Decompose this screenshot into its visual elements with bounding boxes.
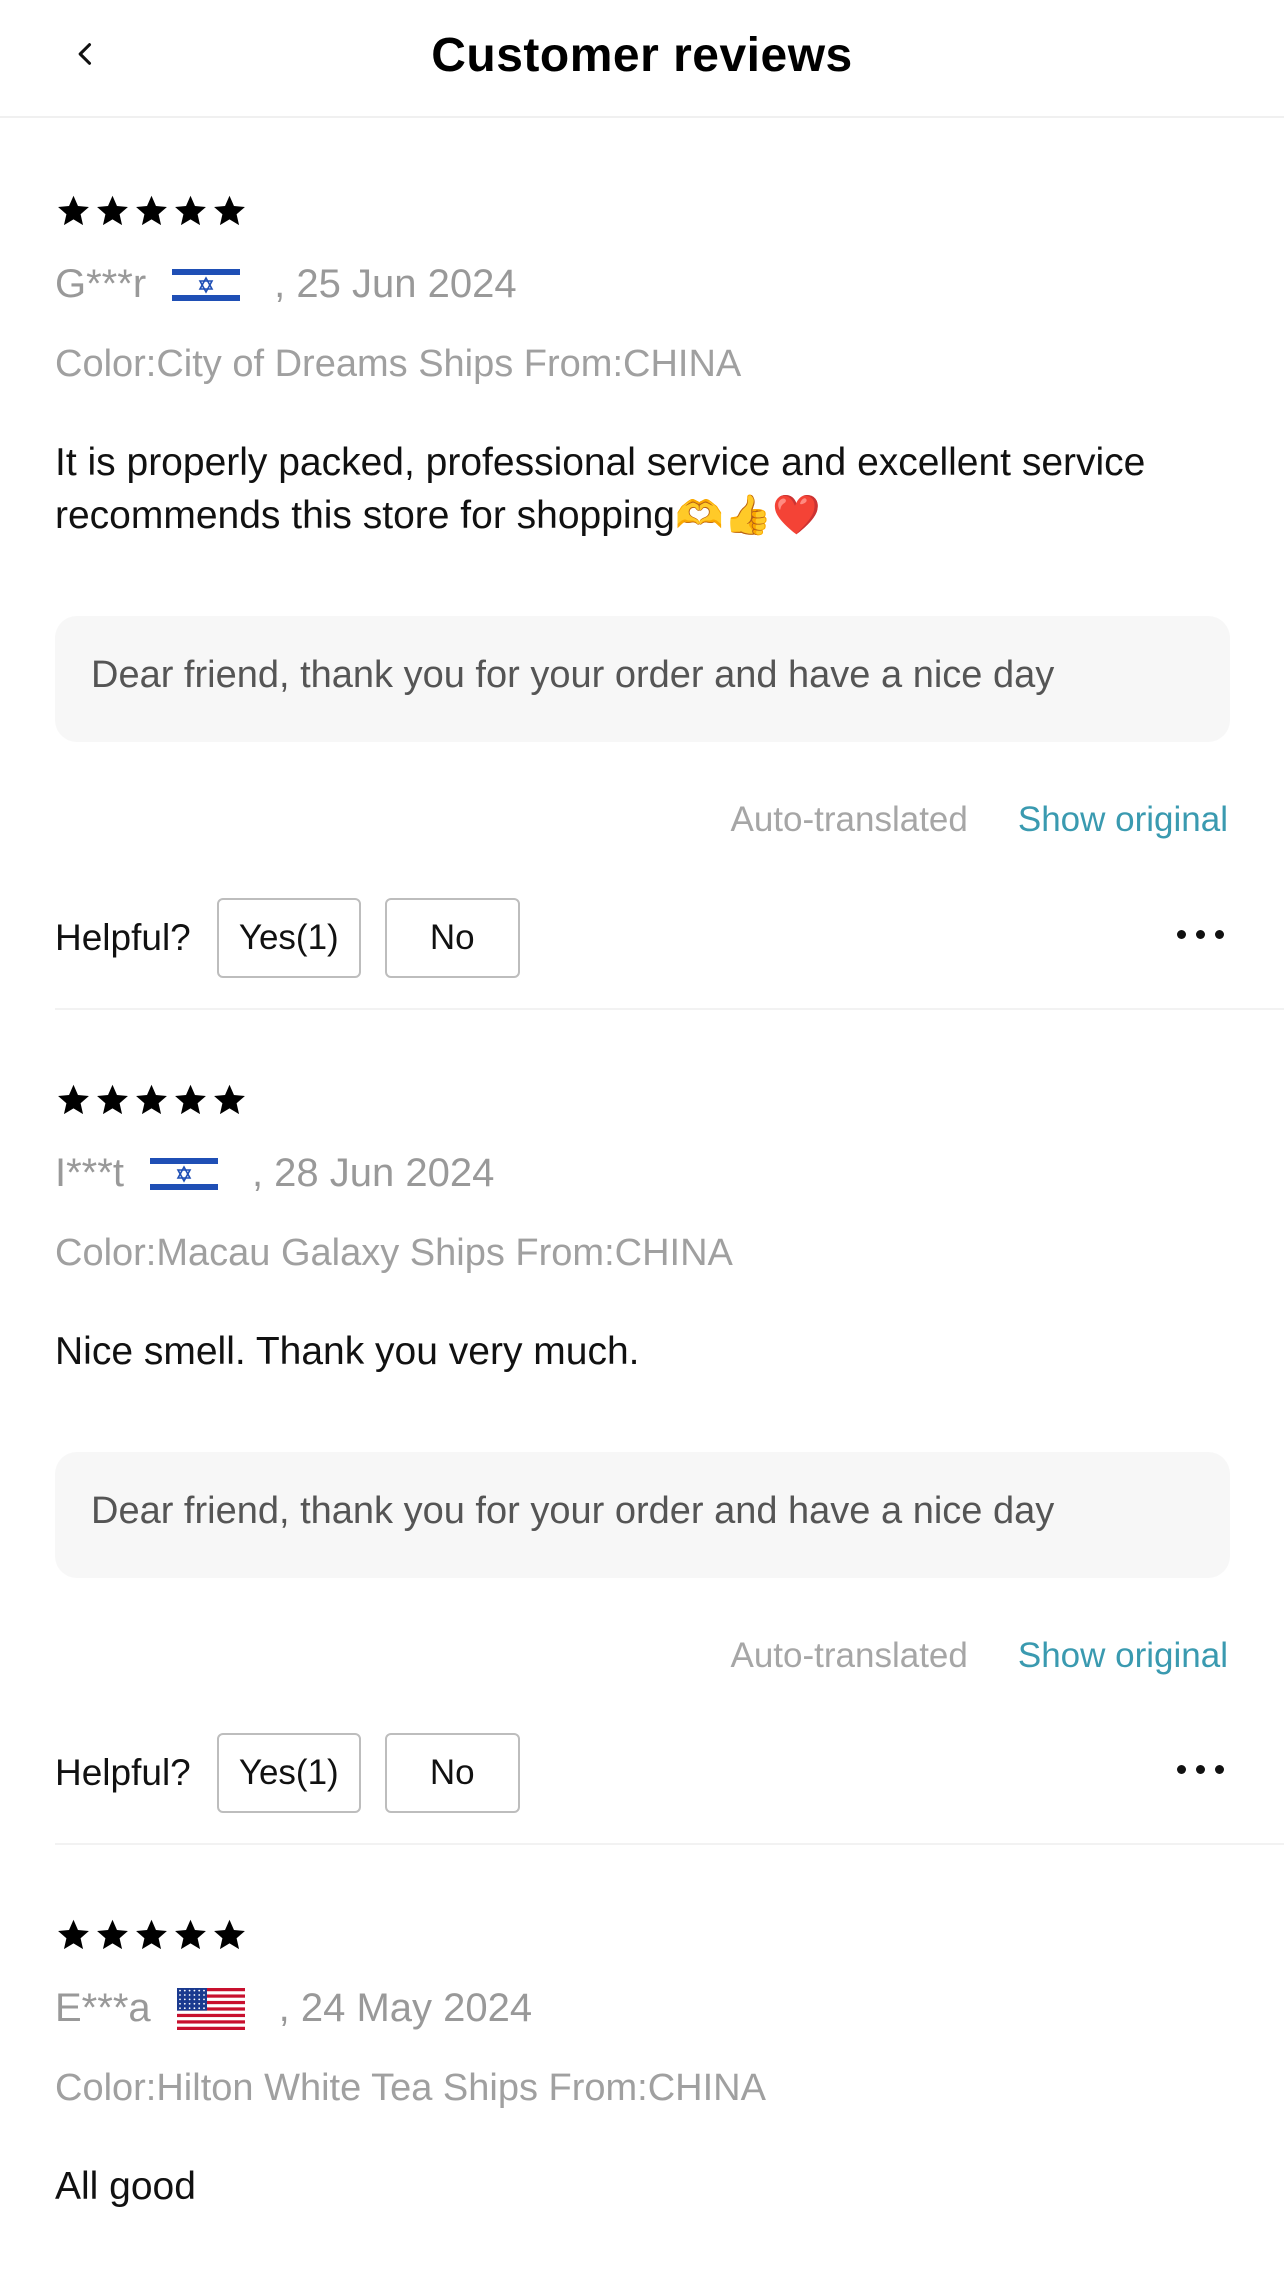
divider — [55, 1843, 1284, 1845]
header-bar: Customer reviews — [0, 0, 1284, 118]
helpful-yes-button[interactable]: Yes(1) — [216, 1733, 361, 1813]
israel-flag-icon — [149, 1152, 218, 1195]
auto-translated-label: Auto-translated — [730, 800, 968, 839]
helpful-row: Helpful? Yes(1) No — [55, 898, 1230, 978]
usa-flag-icon — [176, 1987, 245, 2030]
more-options-icon[interactable] — [1170, 1749, 1230, 1789]
show-original-link[interactable]: Show original — [1018, 1636, 1228, 1676]
reviewer-name: E***a — [55, 1986, 151, 2030]
reviewer-name: G***r — [55, 262, 147, 306]
star-icon — [97, 195, 128, 226]
auto-translated-label: Auto-translated — [730, 1636, 968, 1675]
star-icon — [97, 1084, 128, 1115]
reviewer-meta: G***r , 25 Jun 2024 — [55, 262, 517, 307]
star-icon — [58, 1084, 89, 1115]
star-icon — [214, 195, 245, 226]
star-icon — [136, 195, 167, 226]
helpful-yes-button[interactable]: Yes(1) — [216, 898, 361, 978]
seller-reply: Dear friend, thank you for your order an… — [55, 616, 1230, 742]
review-date: , 25 Jun 2024 — [274, 262, 517, 306]
variant-info: Color:City of Dreams Ships From:CHINA — [55, 343, 742, 385]
reviewer-meta: I***t , 28 Jun 2024 — [55, 1151, 494, 1196]
reviewer-name: I***t — [55, 1151, 124, 1195]
review-text: It is properly packed, professional serv… — [55, 441, 1146, 537]
star-icon — [175, 1084, 206, 1115]
variant-info: Color:Hilton White Tea Ships From:CHINA — [55, 2067, 766, 2109]
more-options-icon[interactable] — [1170, 914, 1230, 954]
review-date: , 24 May 2024 — [278, 1986, 533, 2030]
variant-info: Color:Macau Galaxy Ships From:CHINA — [55, 1232, 733, 1274]
page-title: Customer reviews — [431, 29, 853, 82]
helpful-label: Helpful? — [55, 1752, 191, 1793]
review-date: , 28 Jun 2024 — [251, 1151, 495, 1195]
helpful-label: Helpful? — [55, 917, 191, 958]
divider — [55, 1008, 1284, 1010]
star-icon — [97, 1919, 128, 1950]
star-icon — [136, 1919, 167, 1950]
show-original-link[interactable]: Show original — [1018, 800, 1228, 840]
star-icon — [175, 195, 206, 226]
helpful-no-button[interactable]: No — [384, 1733, 520, 1813]
star-icon — [58, 1919, 89, 1950]
star-icon — [175, 1919, 206, 1950]
seller-reply-text: Dear friend, thank you for your order an… — [91, 654, 1055, 696]
star-rating — [55, 1917, 248, 1954]
star-rating — [55, 193, 248, 230]
helpful-no-button[interactable]: No — [384, 898, 520, 978]
star-icon — [136, 1084, 167, 1115]
translation-row: Auto-translated Show original — [731, 800, 1229, 840]
star-icon — [214, 1084, 245, 1115]
helpful-row: Helpful? Yes(1) No — [55, 1733, 1230, 1813]
translation-row: Auto-translated Show original — [731, 1636, 1229, 1676]
reviewer-meta: E***a , 24 May 2024 — [55, 1986, 532, 2031]
review-text: All good — [55, 2165, 196, 2208]
star-rating — [55, 1082, 248, 1119]
star-icon — [214, 1919, 245, 1950]
star-icon — [58, 195, 89, 226]
israel-flag-icon — [172, 263, 241, 306]
seller-reply-text: Dear friend, thank you for your order an… — [91, 1490, 1055, 1532]
seller-reply: Dear friend, thank you for your order an… — [55, 1452, 1230, 1578]
review-text: Nice smell. Thank you very much. — [55, 1330, 640, 1373]
